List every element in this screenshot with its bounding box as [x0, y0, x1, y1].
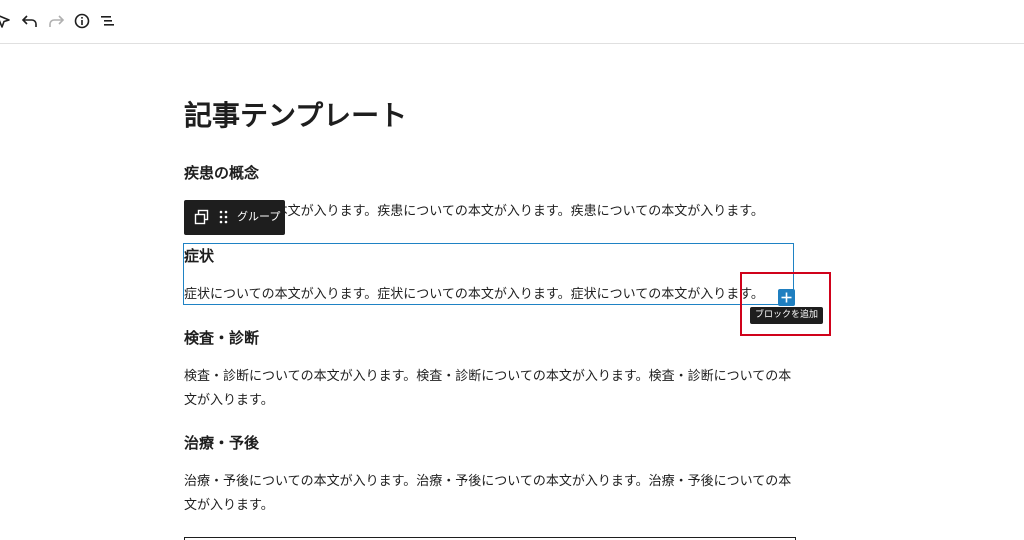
- editor-page: 記事テンプレート 疾患の概念 疾患についての本文が入ります。疾患についての本文が…: [0, 0, 1024, 540]
- block-transform-icon[interactable]: [194, 209, 210, 225]
- block-type-label[interactable]: グループ: [237, 209, 280, 225]
- section-heading[interactable]: 症状: [184, 245, 214, 267]
- redo-icon[interactable]: [46, 11, 66, 31]
- editor-toolbar: [0, 0, 1024, 44]
- section-paragraph[interactable]: 検査・診断についての本文が入ります。検査・診断についての本文が入ります。検査・診…: [184, 365, 796, 413]
- annotation-highlight-box: [740, 272, 831, 336]
- drag-handle-icon[interactable]: [218, 209, 230, 225]
- list-view-icon[interactable]: [98, 11, 118, 31]
- section-paragraph[interactable]: 症状についての本文が入ります。症状についての本文が入ります。症状についての本文が…: [184, 283, 796, 307]
- info-icon[interactable]: [72, 11, 92, 31]
- select-tool-icon[interactable]: [0, 11, 14, 31]
- section-paragraph[interactable]: 治療・予後についての本文が入ります。治療・予後についての本文が入ります。治療・予…: [184, 470, 796, 518]
- post-title[interactable]: 記事テンプレート: [184, 96, 407, 136]
- undo-icon[interactable]: [20, 11, 40, 31]
- section-heading[interactable]: 検査・診断: [184, 327, 259, 349]
- section-heading[interactable]: 疾患の概念: [184, 162, 259, 184]
- block-toolbar: グループ: [184, 200, 285, 235]
- section-heading[interactable]: 治療・予後: [184, 432, 259, 454]
